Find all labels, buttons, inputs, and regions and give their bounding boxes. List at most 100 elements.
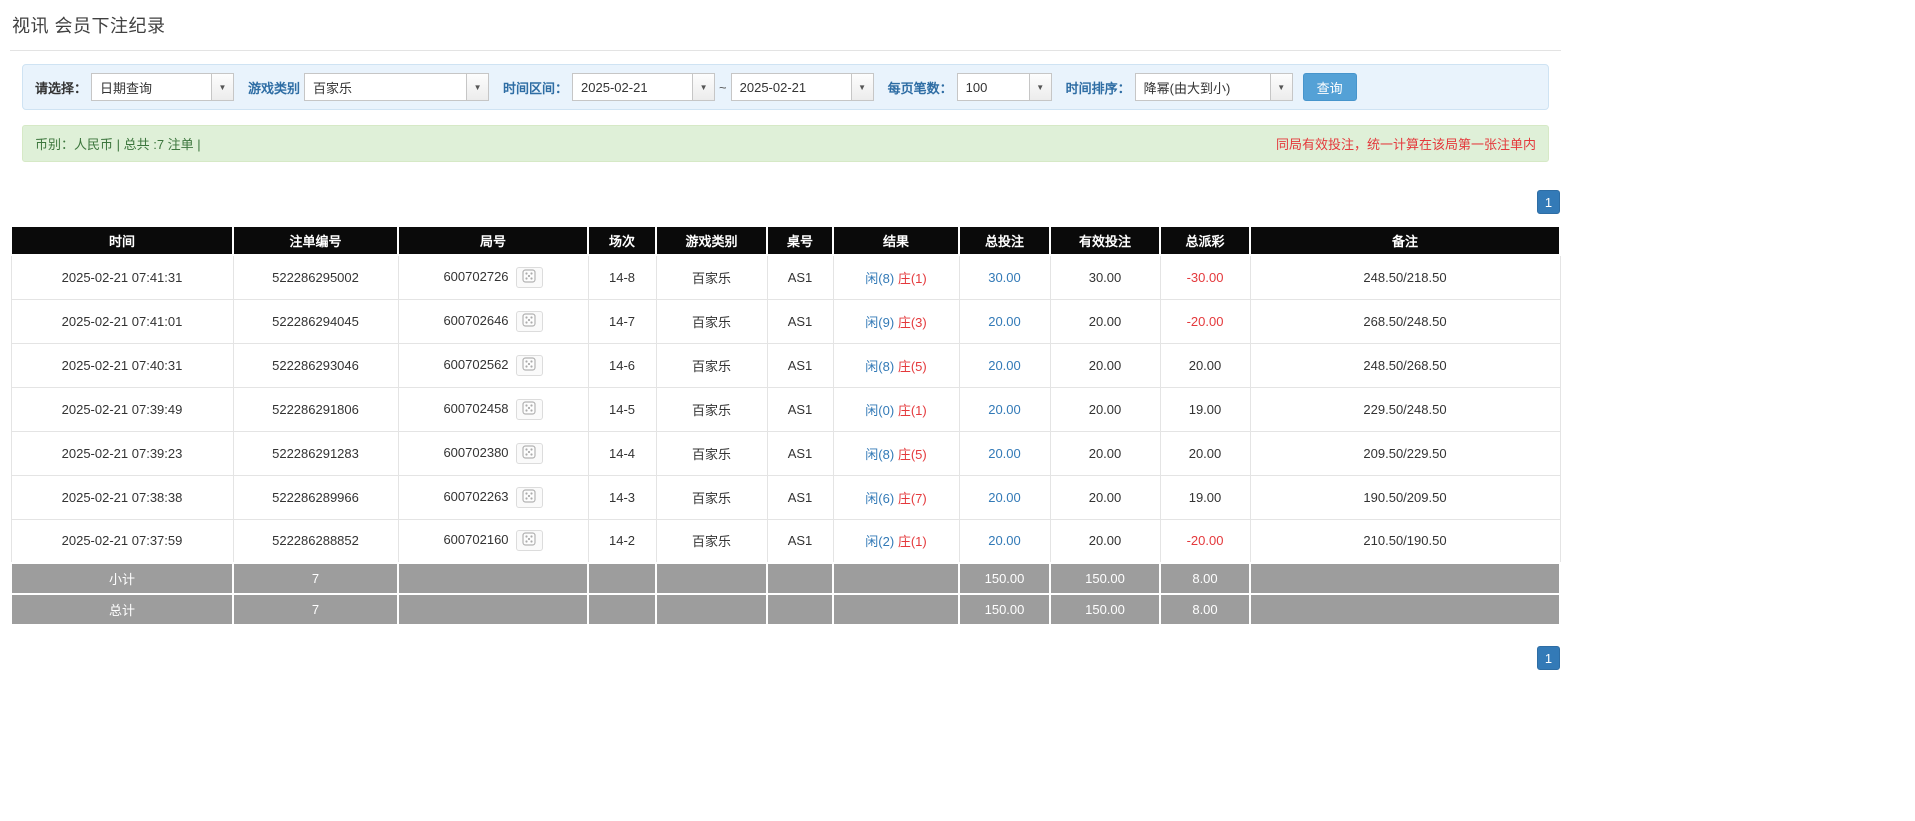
footer-empty-cell [1249,593,1561,626]
subtotal-valid-bet: 150.00 [1049,562,1161,595]
cell-valid-bet: 20.00 [1049,430,1161,476]
page-header: 视讯 会员下注纪录 [10,10,1561,51]
cell-valid-bet: 20.00 [1049,474,1161,520]
col-header-payout: 总派彩 [1159,225,1251,256]
footer-empty-cell [1249,562,1561,595]
page-button-1[interactable]: 1 [1537,646,1560,670]
notice-text: 同局有效投注，统一计算在该局第一张注单内 [1275,137,1536,152]
chevron-down-icon[interactable]: ▼ [850,74,873,100]
total-bet-link[interactable]: 20.00 [988,358,1021,373]
cell-result: 闲(8) 庄(1) [832,254,960,300]
cell-game-type: 百家乐 [655,254,768,300]
col-header-total-bet: 总投注 [958,225,1051,256]
cell-table-no: AS1 [766,430,834,476]
footer-empty-cell [397,593,589,626]
sort-order-select[interactable]: 降幂(由大到小) ▼ [1134,73,1293,101]
total-valid-bet: 150.00 [1049,593,1161,626]
footer-empty-cell [655,562,768,595]
payout-value: 20.00 [1188,445,1222,461]
table-header: 时间 注单编号 局号 场次 游戏类别 桌号 结果 总投注 有效投注 总派彩 备注 [10,225,1561,256]
chevron-down-icon[interactable]: ▼ [1269,74,1292,100]
page-size-label: 每页笔数： [887,80,953,96]
cell-note: 248.50/218.50 [1249,254,1561,300]
grand-total-row: 总计 7 150.00 150.00 8.00 [10,593,1561,626]
cell-result: 闲(0) 庄(1) [832,386,960,432]
chevron-down-icon[interactable]: ▼ [1028,74,1051,100]
cell-round-id: 600702160 [397,518,589,564]
cell-result: 闲(6) 庄(7) [832,474,960,520]
sort-order-label: 时间排序： [1065,80,1131,96]
cell-session: 14-8 [587,254,657,300]
total-count: 7 [232,593,399,626]
main-content: 视讯 会员下注纪录 请选择： 日期查询 ▼ 游戏类别 百家乐 ▼ 时间区间： 2… [10,0,1561,670]
round-result-button[interactable] [515,486,543,508]
round-result-button[interactable] [515,266,543,288]
date-to-select[interactable]: 2025-02-21 ▼ [730,73,874,101]
total-payout: 8.00 [1159,593,1251,626]
round-result-button[interactable] [515,354,543,376]
total-bet-link[interactable]: 20.00 [988,446,1021,461]
footer-empty-cell [587,562,657,595]
pagination-bottom: 1 [10,646,1560,670]
cell-result: 闲(8) 庄(5) [832,342,960,388]
cell-total-bet: 20.00 [958,298,1051,344]
cell-payout: 19.00 [1159,474,1251,520]
chevron-down-icon[interactable]: ▼ [211,74,234,100]
footer-empty-cell [766,593,834,626]
total-bet-link[interactable]: 20.00 [988,314,1021,329]
cell-time: 2025-02-21 07:41:01 [10,298,234,344]
cell-time: 2025-02-21 07:37:59 [10,518,234,564]
cell-payout: -20.00 [1159,298,1251,344]
date-range-separator: ~ [719,79,727,95]
total-bet-link[interactable]: 20.00 [988,402,1021,417]
summary-bar: 币别：人民币 | 总共 :7 注单 | 同局有效投注，统一计算在该局第一张注单内 [22,125,1549,162]
result-banker: 庄(3) [897,314,927,330]
round-id-text: 600702562 [443,356,509,372]
query-button[interactable]: 查询 [1302,73,1357,101]
round-result-button[interactable] [515,530,543,552]
cell-time: 2025-02-21 07:41:31 [10,254,234,300]
page-size-select[interactable]: 100 ▼ [956,73,1052,101]
total-bet-link[interactable]: 20.00 [988,490,1021,505]
cell-game-type: 百家乐 [655,342,768,388]
col-header-table-no: 桌号 [766,225,834,256]
table-row: 2025-02-21 07:37:59 522286288852 600702160… [10,518,1561,564]
cell-session: 14-3 [587,474,657,520]
cell-session: 14-5 [587,386,657,432]
date-from-select[interactable]: 2025-02-21 ▼ [572,73,716,101]
result-banker: 庄(1) [897,270,927,286]
cell-bet-id: 522286288852 [232,518,399,564]
page-button-1[interactable]: 1 [1537,190,1560,214]
round-result-button[interactable] [515,442,543,464]
cell-valid-bet: 20.00 [1049,298,1161,344]
col-header-game-type: 游戏类别 [655,225,768,256]
cell-table-no: AS1 [766,342,834,388]
cell-valid-bet: 20.00 [1049,342,1161,388]
cell-game-type: 百家乐 [655,518,768,564]
cell-valid-bet: 30.00 [1049,254,1161,300]
query-type-select[interactable]: 日期查询 ▼ [91,73,235,101]
game-type-select[interactable]: 百家乐 ▼ [304,73,490,101]
cell-round-id: 600702562 [397,342,589,388]
footer-empty-cell [832,593,960,626]
chevron-down-icon[interactable]: ▼ [466,74,489,100]
chevron-down-icon[interactable]: ▼ [692,74,715,100]
payout-value: 19.00 [1188,489,1222,505]
payout-value: 19.00 [1188,401,1222,417]
col-header-session: 场次 [587,225,657,256]
cell-note: 229.50/248.50 [1249,386,1561,432]
total-bet-link[interactable]: 20.00 [988,533,1021,548]
round-result-button[interactable] [515,398,543,420]
cell-round-id: 600702458 [397,386,589,432]
filter-bar: 请选择： 日期查询 ▼ 游戏类别 百家乐 ▼ 时间区间： 2025-02-21 … [22,64,1549,110]
cell-total-bet: 20.00 [958,386,1051,432]
total-bet-link[interactable]: 30.00 [988,270,1021,285]
cell-table-no: AS1 [766,518,834,564]
round-result-button[interactable] [515,310,543,332]
result-player: 闲(8) [865,446,895,462]
cell-bet-id: 522286293046 [232,342,399,388]
cell-game-type: 百家乐 [655,298,768,344]
payout-value: -20.00 [1186,533,1224,549]
cell-table-no: AS1 [766,386,834,432]
col-header-valid-bet: 有效投注 [1049,225,1161,256]
